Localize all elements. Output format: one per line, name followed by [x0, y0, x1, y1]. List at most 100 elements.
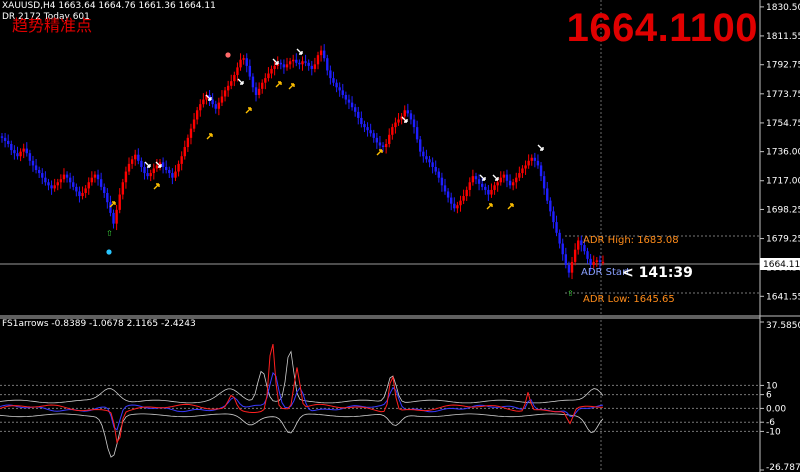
candle-body — [50, 185, 53, 189]
candle-body — [285, 64, 289, 68]
candle-body — [81, 192, 84, 197]
candle-body — [68, 177, 72, 183]
candle-body — [419, 139, 422, 152]
candle-body — [6, 140, 10, 144]
candle-body — [394, 122, 397, 128]
price-tick-label: 1717.00 — [766, 177, 800, 187]
candle-body — [28, 153, 32, 161]
candle-body — [480, 183, 484, 187]
candle-body — [168, 170, 171, 174]
candle-body — [350, 102, 354, 108]
adr-high-label: ADR High: 1683.08 — [583, 235, 679, 246]
candle-body — [450, 197, 453, 204]
candle-body — [202, 99, 205, 105]
chinese-title: 趋势精准点 — [12, 16, 93, 35]
candle-body — [75, 186, 78, 192]
candle-body — [406, 110, 410, 114]
candle-body — [462, 196, 465, 201]
candle-body — [598, 260, 602, 262]
candle-body — [220, 96, 224, 103]
indicator-tick-label: -26.7877 — [766, 463, 800, 472]
candle-body — [307, 62, 310, 66]
candle-body — [363, 124, 366, 128]
candle-body — [546, 188, 549, 201]
candle-body — [428, 159, 431, 163]
price-candles — [0, 44, 605, 280]
candle-body — [412, 119, 416, 128]
candle-body — [155, 165, 159, 169]
candle-body — [313, 64, 317, 69]
candle-body — [542, 176, 546, 189]
buy-arrow-icon — [288, 83, 295, 90]
candle-body — [360, 117, 363, 125]
candle-body — [592, 261, 595, 265]
candle-body — [171, 173, 174, 178]
candle-body — [251, 76, 255, 88]
candle-body — [391, 127, 394, 135]
candle-body — [152, 168, 155, 174]
candle-body — [239, 59, 242, 68]
candle-body — [577, 240, 580, 250]
candle-body — [84, 188, 87, 193]
price-tick-label: 1773.75 — [766, 90, 800, 100]
candle-body — [264, 78, 267, 83]
candle-body — [257, 88, 261, 95]
candle-body — [518, 173, 521, 178]
candle-body — [471, 176, 475, 183]
candle-body — [388, 134, 391, 144]
buy-arrow-icon — [486, 203, 493, 210]
candle-body — [381, 145, 385, 148]
signal-arrows — [109, 48, 544, 210]
candle-body — [90, 177, 94, 183]
candle-body — [134, 154, 137, 160]
candle-body — [245, 58, 248, 66]
candle-body — [552, 211, 555, 223]
candle-body — [341, 90, 344, 95]
signal-dot-high — [225, 52, 231, 58]
candle-body — [248, 65, 252, 77]
candle-body — [10, 143, 13, 151]
candle-body — [192, 119, 196, 129]
candle-body — [440, 177, 444, 186]
candle-body — [112, 212, 115, 224]
candle-body — [199, 104, 202, 111]
price-tick-label: 1811.55 — [766, 32, 800, 42]
candle-body — [530, 157, 533, 161]
indicator-lines — [0, 343, 604, 458]
candle-body — [459, 200, 462, 206]
candle-body — [25, 148, 28, 154]
candle-body — [468, 182, 471, 190]
candle-body — [443, 185, 447, 192]
indicator-tick-label: -10 — [766, 427, 781, 437]
candle-body — [146, 173, 149, 177]
candle-body — [214, 104, 217, 109]
indicator-tick-label: 37.5850 — [766, 321, 800, 331]
price-tick-label: 1698.25 — [766, 205, 800, 215]
candle-body — [561, 243, 564, 255]
candle-body — [13, 150, 16, 154]
buy-arrow-icon — [245, 107, 252, 114]
candle-body — [332, 78, 335, 83]
candle-body — [292, 59, 295, 62]
candle-body — [164, 166, 168, 171]
candle-body — [322, 50, 326, 59]
candle-body — [130, 159, 134, 164]
candle-body — [236, 67, 239, 76]
candle-body — [189, 128, 193, 138]
candle-body — [437, 171, 441, 178]
candle-body — [555, 222, 558, 233]
buy-arrow-icon — [507, 203, 514, 210]
candle-body — [446, 191, 450, 198]
candle-body — [316, 55, 320, 65]
candle-body — [16, 153, 19, 157]
candle-body — [140, 160, 143, 167]
candle-body — [573, 249, 577, 262]
chart-canvas: ⇧ ⇧ 1830.501811.551792.751773.751754.751… — [0, 0, 800, 472]
candle-body — [329, 70, 332, 79]
candle-body — [366, 127, 369, 131]
signal-dot-low — [106, 249, 112, 255]
candle-body — [456, 205, 459, 209]
candle-body — [99, 179, 103, 187]
candle-body — [261, 82, 264, 89]
symbol-header: XAUUSD,H4 1663.64 1664.76 1661.36 1664.1… — [2, 1, 216, 11]
